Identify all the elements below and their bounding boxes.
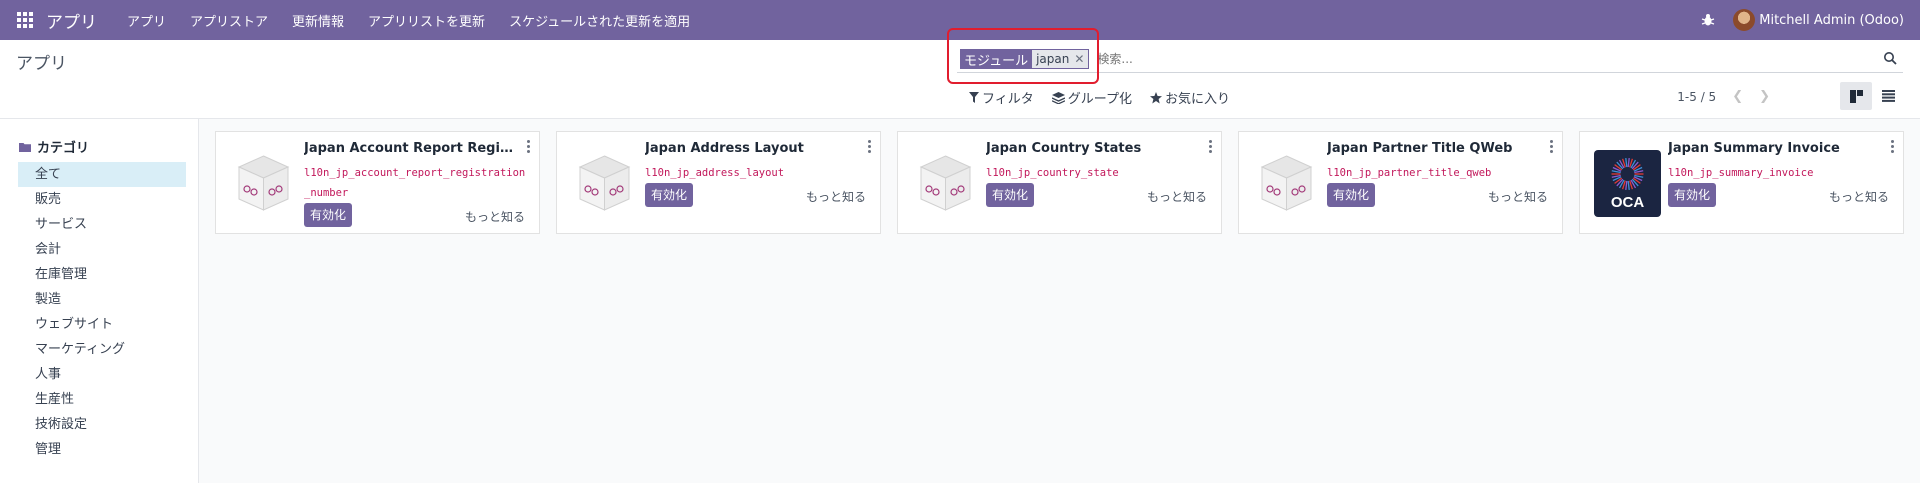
learn-more-link[interactable]: もっと知る: [465, 208, 525, 225]
page-title: アプリ: [16, 54, 67, 74]
learn-more-link[interactable]: もっと知る: [1829, 188, 1889, 205]
learn-more-link[interactable]: もっと知る: [806, 188, 866, 205]
app-name: Japan Address Layout: [645, 141, 804, 156]
layers-icon: [1051, 91, 1065, 104]
pager: 1-5 / 5 ❮ ❯: [1677, 89, 1770, 104]
search-icon[interactable]: [1883, 51, 1897, 69]
card-menu-icon[interactable]: [1209, 140, 1213, 155]
app-card[interactable]: OCA Japan Summary Invoice l10n_jp_summary_…: [1579, 131, 1904, 234]
app-name: Japan Summary Invoice: [1668, 141, 1840, 156]
kanban-view-button[interactable]: [1840, 82, 1872, 110]
card-menu-icon[interactable]: [527, 140, 531, 155]
filter-label: フィルタ: [982, 92, 1034, 107]
oca-logo-text: OCA: [1610, 194, 1645, 211]
activate-button[interactable]: 有効化: [304, 203, 353, 227]
app-technical-name: l10n_jp_partner_title_qweb: [1327, 167, 1492, 179]
category-header-label: カテゴリ: [37, 141, 90, 156]
category-item[interactable]: ウェブサイト: [18, 312, 186, 337]
pager-value[interactable]: 1-5 / 5: [1677, 90, 1716, 104]
module-box-logo: [571, 150, 638, 217]
menu-updates[interactable]: 更新情報: [292, 11, 344, 30]
app-brand[interactable]: アプリ: [46, 8, 97, 33]
menu-apply-scheduled-upgrades[interactable]: スケジュールされた更新を適用: [509, 11, 690, 30]
card-menu-icon[interactable]: [1550, 140, 1554, 155]
app-card[interactable]: Japan Partner Title QWeb l10n_jp_partner_…: [1238, 131, 1563, 234]
activate-button[interactable]: 有効化: [1327, 183, 1376, 207]
app-card[interactable]: Japan Country States l10n_jp_country_stat…: [897, 131, 1222, 234]
app-name: Japan Country States: [986, 141, 1142, 156]
category-item[interactable]: 管理: [18, 437, 186, 462]
filter-icon: [969, 92, 979, 103]
search-bar: モジュール japan ✕: [957, 46, 1903, 73]
user-avatar[interactable]: [1733, 9, 1756, 31]
category-item[interactable]: 販売: [18, 187, 186, 212]
pager-next-icon[interactable]: ❯: [1759, 89, 1770, 104]
card-menu-icon[interactable]: [1891, 140, 1895, 155]
menu-apps[interactable]: アプリ: [127, 11, 166, 30]
app-name: Japan Account Report Registrati...: [304, 141, 514, 156]
debug-bug-icon[interactable]: [1701, 13, 1715, 27]
folder-icon: [19, 142, 31, 152]
category-item[interactable]: 製造: [18, 287, 186, 312]
category-item[interactable]: 在庫管理: [18, 262, 186, 287]
app-technical-name: l10n_jp_summary_invoice: [1668, 167, 1814, 179]
group-by-button[interactable]: グループ化: [1051, 88, 1132, 107]
module-box-logo: [230, 150, 297, 217]
category-item[interactable]: サービス: [18, 212, 186, 237]
search-options: フィルタ グループ化 お気に入り: [969, 88, 1248, 107]
category-header: カテゴリ: [19, 137, 198, 156]
facet-label: モジュール: [960, 49, 1033, 69]
control-panel: アプリ モジュール japan ✕ フィルタ: [0, 40, 1920, 119]
top-navbar: アプリ アプリ アプリストア 更新情報 アプリリストを更新 スケジュールされた更…: [0, 0, 1920, 40]
app-card[interactable]: Japan Address Layout l10n_jp_address_layo…: [556, 131, 881, 234]
group-by-label: グループ化: [1067, 92, 1132, 107]
menu-app-store[interactable]: アプリストア: [190, 11, 268, 30]
category-item[interactable]: マーケティング: [18, 337, 186, 362]
activate-button[interactable]: 有効化: [986, 183, 1035, 207]
category-item[interactable]: 会計: [18, 237, 186, 262]
learn-more-link[interactable]: もっと知る: [1147, 188, 1207, 205]
app-grid-icon[interactable]: [16, 11, 34, 29]
app-technical-name: l10n_jp_address_layout: [645, 167, 785, 179]
star-icon: [1149, 91, 1162, 103]
menu-update-app-list[interactable]: アプリリストを更新: [368, 11, 485, 30]
card-menu-icon[interactable]: [868, 140, 872, 155]
category-item[interactable]: 生産性: [18, 387, 186, 412]
list-view-button[interactable]: [1872, 82, 1904, 110]
activate-button[interactable]: 有効化: [1668, 183, 1717, 207]
facet-value: japan: [1036, 52, 1070, 66]
app-name: Japan Partner Title QWeb: [1327, 141, 1513, 156]
pager-previous-icon[interactable]: ❮: [1732, 89, 1743, 104]
category-item[interactable]: 技術設定: [18, 412, 186, 437]
oca-logo: OCA: [1594, 150, 1661, 217]
category-sidebar: カテゴリ 全て 販売 サービス 会計 在庫管理 製造 ウェブサイト マーケティング 人事 生産性技…: [0, 119, 199, 483]
favorites-label: お気に入り: [1164, 92, 1230, 107]
category-item[interactable]: 人事: [18, 362, 186, 387]
view-switcher: [1840, 82, 1904, 110]
search-input[interactable]: [1095, 51, 1800, 67]
facet-remove-icon[interactable]: ✕: [1074, 52, 1084, 66]
list-icon: [1881, 90, 1895, 102]
activate-button[interactable]: 有効化: [645, 183, 694, 207]
facet-value-box: japan ✕: [1032, 49, 1090, 69]
filter-button[interactable]: フィルタ: [969, 88, 1034, 107]
search-facet: モジュール japan ✕: [960, 49, 1090, 69]
module-box-logo: [912, 150, 979, 217]
app-card[interactable]: Japan Account Report Registrati... l10n_j…: [215, 131, 540, 234]
module-box-logo: [1253, 150, 1320, 217]
learn-more-link[interactable]: もっと知る: [1488, 188, 1548, 205]
app-kanban: Japan Account Report Registrati... l10n_j…: [215, 131, 1920, 234]
category-item[interactable]: 全て: [18, 162, 186, 187]
kanban-icon: [1849, 89, 1863, 103]
favorites-button[interactable]: お気に入り: [1149, 88, 1230, 107]
user-name[interactable]: Mitchell Admin (Odoo): [1759, 13, 1904, 28]
app-technical-name: l10n_jp_account_report_registration_numb…: [304, 167, 526, 199]
app-technical-name: l10n_jp_country_state: [986, 167, 1119, 179]
